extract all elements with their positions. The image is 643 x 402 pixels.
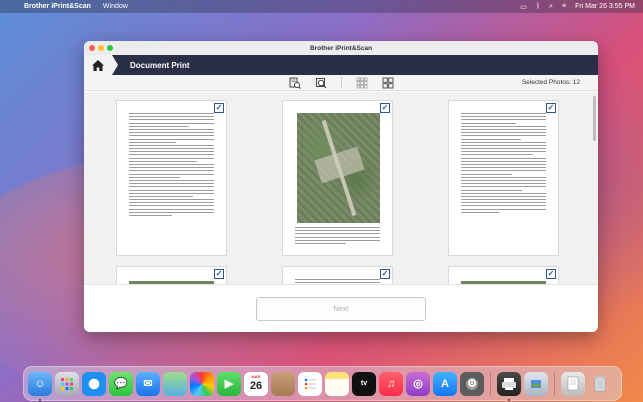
app-header: Document Print bbox=[84, 55, 598, 75]
zoom-button[interactable] bbox=[107, 45, 113, 51]
scrollbar[interactable] bbox=[593, 96, 596, 141]
bluetooth-off-icon[interactable]: ᛒ bbox=[536, 3, 540, 10]
zoom-fit-icon[interactable] bbox=[315, 77, 327, 89]
page-checkbox-4[interactable]: ✓ bbox=[214, 269, 224, 279]
next-button[interactable]: Next bbox=[256, 297, 426, 321]
calendar-icon[interactable]: MAR 26 bbox=[244, 371, 268, 396]
messages-icon[interactable]: 💬 bbox=[109, 371, 133, 396]
page-thumbnail-6[interactable]: ✓ bbox=[448, 266, 559, 284]
dock-separator bbox=[490, 371, 491, 396]
menu-status-area: ▭ ᛒ ⌕ ≡ Fri Mar 26 3:55 PM bbox=[520, 3, 643, 11]
calendar-month: MAR bbox=[251, 373, 261, 379]
aerial-photo-image bbox=[297, 113, 380, 223]
mail-icon[interactable]: ✉ bbox=[136, 371, 160, 396]
contacts-icon[interactable] bbox=[271, 371, 295, 396]
launchpad-icon[interactable] bbox=[55, 371, 79, 396]
home-button[interactable] bbox=[84, 55, 118, 75]
toolbar-separator bbox=[340, 77, 342, 88]
grid-large-icon[interactable] bbox=[382, 77, 394, 89]
apple-tv-icon[interactable]: tv bbox=[352, 371, 376, 396]
close-button[interactable] bbox=[89, 45, 95, 51]
page-thumbnail-3[interactable]: ✓ bbox=[448, 100, 559, 256]
trash-icon[interactable] bbox=[588, 372, 612, 396]
calendar-day: 26 bbox=[249, 379, 263, 392]
notes-icon[interactable] bbox=[325, 371, 349, 396]
page-checkbox-1[interactable]: ✓ bbox=[214, 103, 224, 113]
photos-icon[interactable] bbox=[190, 371, 214, 396]
page-thumbnail-2[interactable]: ✓ bbox=[282, 100, 393, 256]
window-title: Brother iPrint&Scan bbox=[309, 44, 373, 52]
finder-icon[interactable]: ☺ bbox=[28, 371, 52, 401]
documents-stack-icon[interactable] bbox=[561, 371, 585, 396]
title-bar: Brother iPrint&Scan bbox=[84, 41, 598, 55]
page-title: Document Print bbox=[130, 60, 190, 70]
maps-icon[interactable] bbox=[163, 371, 187, 396]
footer: Next bbox=[84, 284, 598, 332]
minimize-button[interactable] bbox=[98, 45, 104, 51]
toolbar: Selected Photos: 12 bbox=[84, 75, 598, 91]
system-preferences-icon[interactable]: ⚙ bbox=[460, 371, 484, 396]
facetime-icon[interactable]: ▶ bbox=[217, 371, 241, 396]
page-checkbox-6[interactable]: ✓ bbox=[546, 269, 556, 279]
selected-photos-count: Selected Photos: 12 bbox=[521, 79, 580, 86]
page-checkbox-3[interactable]: ✓ bbox=[546, 103, 556, 113]
menu-app-name[interactable]: Brother iPrint&Scan bbox=[24, 3, 91, 10]
search-icon[interactable]: ⌕ bbox=[549, 3, 553, 11]
brother-iprint-scan-icon[interactable] bbox=[497, 371, 521, 401]
grid-small-icon[interactable] bbox=[356, 77, 368, 89]
music-icon[interactable]: ♫ bbox=[379, 371, 403, 396]
control-center-icon[interactable]: ≡ bbox=[562, 3, 566, 10]
page-checkbox-5[interactable]: ✓ bbox=[380, 269, 390, 279]
page-thumbnail-grid[interactable]: ✓ ✓ ✓ ✓ ✓ ✓ bbox=[84, 92, 598, 284]
preview-icon[interactable] bbox=[524, 371, 548, 396]
app-store-icon[interactable]: A bbox=[433, 371, 457, 396]
safari-icon[interactable] bbox=[82, 371, 106, 396]
page-text-content bbox=[129, 113, 214, 243]
menu-window[interactable]: Window bbox=[103, 3, 128, 10]
page-thumbnail-4[interactable]: ✓ bbox=[116, 266, 227, 284]
page-text-content bbox=[295, 227, 380, 244]
home-icon bbox=[92, 59, 104, 71]
menu-bar: Brother iPrint&Scan Window ▭ ᛒ ⌕ ≡ Fri M… bbox=[0, 0, 643, 13]
clock[interactable]: Fri Mar 26 3:55 PM bbox=[575, 3, 635, 10]
battery-icon[interactable]: ▭ bbox=[520, 3, 527, 11]
page-thumbnail-5[interactable]: ✓ bbox=[282, 266, 393, 284]
app-window: Brother iPrint&Scan Document Print Selec… bbox=[84, 41, 598, 332]
page-thumbnail-1[interactable]: ✓ bbox=[116, 100, 227, 256]
page-checkbox-2[interactable]: ✓ bbox=[380, 103, 390, 113]
zoom-in-doc-icon[interactable] bbox=[289, 77, 301, 89]
dock: ☺ 💬 ✉ ▶ MAR 26 tv ♫ ◎ A ⚙ bbox=[23, 366, 622, 401]
reminders-icon[interactable] bbox=[298, 371, 322, 396]
window-controls bbox=[89, 45, 113, 51]
page-text-content bbox=[461, 113, 546, 243]
podcasts-icon[interactable]: ◎ bbox=[406, 371, 430, 396]
dock-separator bbox=[554, 371, 555, 396]
